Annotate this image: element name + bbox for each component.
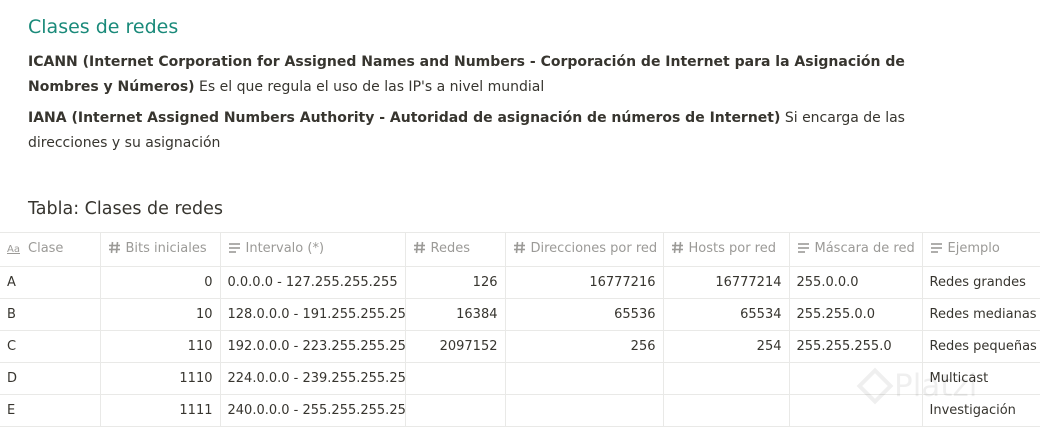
iana-bold-text: IANA (Internet Assigned Numbers Authorit… [28, 110, 781, 126]
table-cell[interactable]: B [0, 298, 101, 331]
table-cell[interactable]: Redes medianas [921, 298, 1040, 331]
column-header-label: Ejemplo [947, 241, 1000, 256]
table-cell[interactable]: 1111 [99, 394, 221, 427]
text-icon [930, 242, 943, 258]
column-header[interactable]: Máscara de red [788, 232, 923, 267]
number-icon [671, 241, 684, 258]
table-cell[interactable]: Investigación [921, 394, 1040, 427]
table-header-row: Aa Clase Bits iniciales Intervalo (*) Redes D… [0, 232, 1040, 267]
network-classes-table: Aa Clase Bits iniciales Intervalo (*) Redes D… [0, 232, 1040, 427]
column-header-label: Direcciones por red [530, 241, 658, 256]
title-icon: Aa [7, 242, 23, 258]
table-cell[interactable]: 224.0.0.0 - 239.255.255.255 [219, 362, 406, 395]
number-icon [513, 241, 526, 258]
table-row[interactable]: D 1110 224.0.0.0 - 239.255.255.255 Multicas… [0, 362, 1040, 395]
table-cell[interactable]: 110 [99, 330, 221, 363]
table-cell[interactable]: 65536 [504, 298, 664, 331]
column-header-label: Redes [430, 241, 470, 256]
table-cell[interactable]: 0.0.0.0 - 127.255.255.255 [219, 266, 406, 299]
table-cell[interactable] [788, 394, 923, 427]
table-cell[interactable] [404, 394, 506, 427]
table-row[interactable]: C 110 192.0.0.0 - 223.255.255.255 2097152 25… [0, 330, 1040, 363]
section-heading: Clases de redes [28, 16, 179, 38]
table-cell[interactable] [504, 362, 664, 395]
column-header[interactable]: Bits iniciales [99, 232, 221, 267]
icann-text: Es el que regula el uso de las IP's a ni… [194, 78, 545, 95]
table-cell[interactable]: 128.0.0.0 - 191.255.255.255 [219, 298, 406, 331]
table-cell[interactable]: 16384 [404, 298, 506, 331]
table-title: Tabla: Clases de redes [28, 199, 224, 219]
table-cell[interactable]: 255.255.255.0 [788, 330, 923, 363]
table-cell[interactable]: 65534 [662, 298, 790, 331]
table-body: A 0 0.0.0.0 - 127.255.255.255 126 16777216 16… [0, 266, 1040, 427]
table-cell[interactable]: 255.0.0.0 [788, 266, 923, 299]
icann-paragraph: ICANN (Internet Corporation for Assigned… [28, 50, 958, 99]
table-cell[interactable]: 126 [404, 266, 506, 299]
column-header[interactable]: Hosts por red [662, 232, 790, 267]
table-cell[interactable]: 2097152 [404, 330, 506, 363]
table-cell[interactable]: Redes grandes [921, 266, 1040, 299]
column-header[interactable]: Intervalo (*) [219, 232, 406, 267]
table-cell[interactable]: 192.0.0.0 - 223.255.255.255 [219, 330, 406, 363]
column-header-label: Intervalo (*) [245, 241, 325, 256]
table-cell[interactable]: Multicast [921, 362, 1040, 395]
column-header-label: Clase [28, 241, 64, 256]
table-row[interactable]: A 0 0.0.0.0 - 127.255.255.255 126 16777216 16… [0, 266, 1040, 299]
number-icon [108, 241, 121, 258]
table-cell[interactable] [662, 362, 790, 395]
table-cell[interactable]: C [0, 330, 101, 363]
table-cell[interactable]: 240.0.0.0 - 255.255.255.254 [219, 394, 406, 427]
table-row[interactable]: E 1111 240.0.0.0 - 255.255.255.254 Investig… [0, 394, 1040, 427]
table-cell[interactable] [404, 362, 506, 395]
column-header[interactable]: Aa Clase [0, 232, 101, 267]
text-icon [797, 242, 810, 258]
column-header[interactable]: Redes [404, 232, 506, 267]
column-header-label: Hosts por red [688, 241, 777, 256]
svg-text:Aa: Aa [7, 244, 20, 254]
table-cell[interactable] [504, 394, 664, 427]
column-header[interactable]: Direcciones por red [504, 232, 664, 267]
table-cell[interactable] [788, 362, 923, 395]
table-cell[interactable]: A [0, 266, 101, 299]
table-cell[interactable]: 256 [504, 330, 664, 363]
table-row[interactable]: B 10 128.0.0.0 - 191.255.255.255 16384 65536… [0, 298, 1040, 331]
column-header-label: Máscara de red [814, 241, 915, 256]
column-header[interactable]: Ejemplo [921, 232, 1040, 267]
table-cell[interactable] [662, 394, 790, 427]
table-cell[interactable]: Redes pequeñas [921, 330, 1040, 363]
text-icon [228, 242, 241, 258]
table-cell[interactable]: 255.255.0.0 [788, 298, 923, 331]
table-cell[interactable]: D [0, 362, 101, 395]
table-cell[interactable]: 16777216 [504, 266, 664, 299]
table-cell[interactable]: E [0, 394, 101, 427]
table-cell[interactable]: 16777214 [662, 266, 790, 299]
table-cell[interactable]: 10 [99, 298, 221, 331]
iana-paragraph: IANA (Internet Assigned Numbers Authorit… [28, 106, 958, 155]
column-header-label: Bits iniciales [125, 241, 207, 256]
table-cell[interactable]: 254 [662, 330, 790, 363]
table-cell[interactable]: 0 [99, 266, 221, 299]
table-cell[interactable]: 1110 [99, 362, 221, 395]
number-icon [413, 241, 426, 258]
